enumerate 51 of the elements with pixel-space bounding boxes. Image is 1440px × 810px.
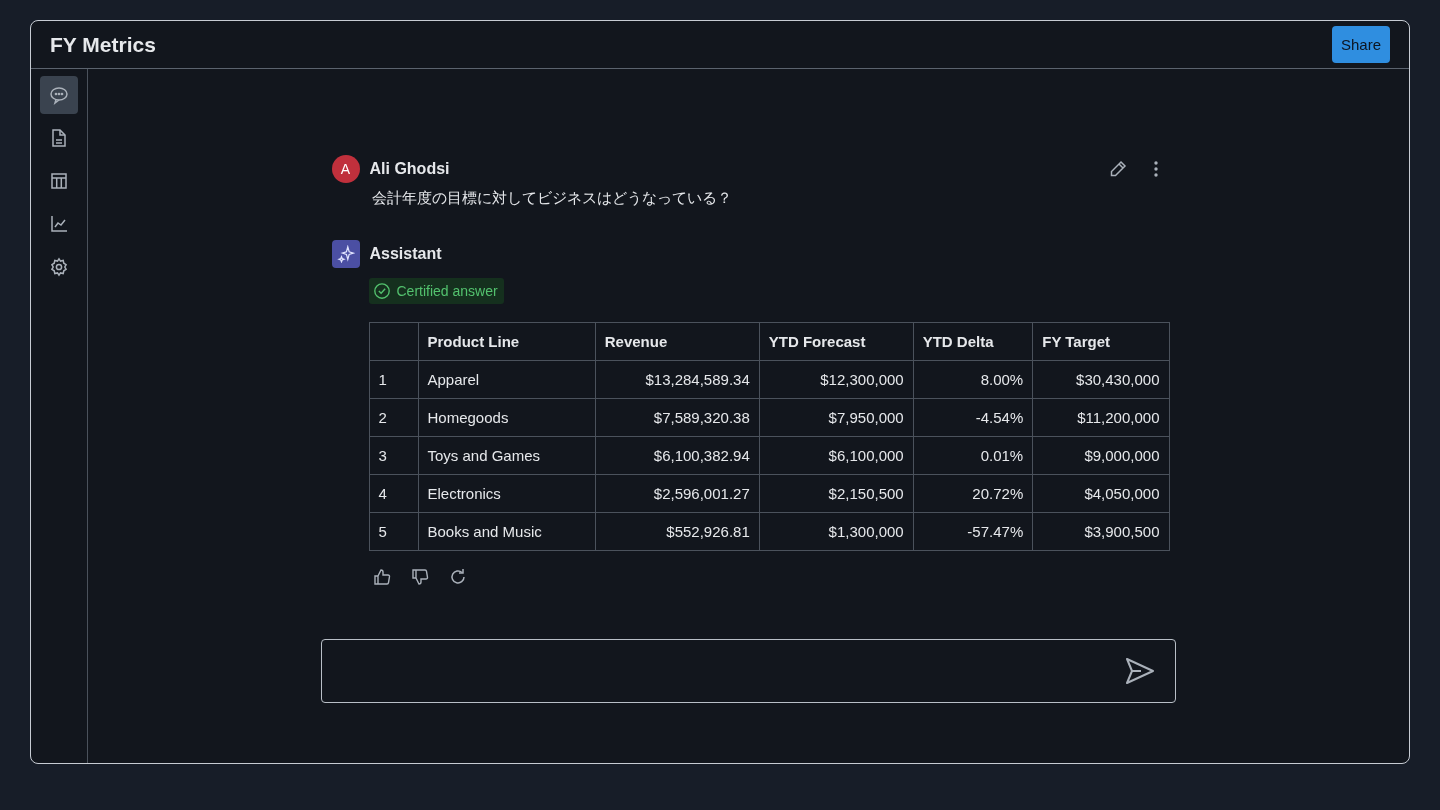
table-cell: 20.72%	[972, 485, 1024, 502]
table-cell: $6,100,000	[828, 447, 904, 464]
author-name: Ali Ghodsi	[369, 160, 450, 178]
table-cell: $552,926.81	[666, 523, 750, 540]
table-cell: 4	[378, 485, 387, 502]
message-input[interactable]	[321, 639, 1176, 703]
certified-badge: Certified answer	[368, 278, 504, 304]
column-header: YTD Forecast	[768, 333, 866, 350]
user-message: 会計年度の目標に対してビジネスはどうなっている？	[371, 189, 733, 208]
table-cell: $12,300,000	[820, 371, 904, 388]
avatar: A	[331, 155, 360, 183]
send-icon[interactable]	[1125, 657, 1155, 685]
table-cell: $1,300,000	[828, 523, 904, 540]
table-cell: 2	[378, 409, 387, 426]
chat-bubble-icon	[49, 85, 69, 105]
table-cell: $11,200,000	[1077, 409, 1160, 426]
table-cell: $7,950,000	[828, 409, 904, 426]
table-cell: 5	[378, 523, 387, 540]
table-cell: Electronics	[427, 485, 501, 502]
table-cell: -57.47%	[967, 523, 1024, 540]
table-cell: $4,050,000	[1084, 485, 1160, 502]
table-cell: $13,284,589.34	[645, 371, 750, 388]
settings-icon	[49, 257, 69, 277]
column-header: Revenue	[604, 333, 668, 350]
table-cell: Toys and Games	[427, 447, 541, 464]
table-cell: $9,000,000	[1084, 447, 1160, 464]
sparkle-avatar-icon	[331, 240, 360, 268]
table-cell: 3	[378, 447, 387, 464]
table-cell: Books and Music	[427, 523, 542, 540]
table-cell: 0.01%	[980, 447, 1024, 464]
table-cell: $6,100,382.94	[653, 447, 750, 464]
table-cell: $3,900,500	[1084, 523, 1160, 540]
table-icon	[49, 171, 69, 191]
table-cell: Homegoods	[427, 409, 509, 426]
column-header: Product Line	[427, 333, 520, 350]
column-header: FY Target	[1042, 333, 1110, 350]
chat-nav-button[interactable]	[40, 76, 78, 114]
table-cell: $2,150,500	[828, 485, 904, 502]
share-button[interactable]: Share	[1331, 26, 1390, 63]
table-cell: $2,596,001.27	[653, 485, 750, 502]
table-cell: $30,430,000	[1076, 371, 1160, 388]
table-cell: 1	[378, 371, 387, 388]
table-cell: -4.54%	[975, 409, 1024, 426]
author-name: Assistant	[369, 245, 442, 263]
table-cell: Apparel	[427, 371, 480, 388]
window-title: FY Metrics	[50, 32, 156, 57]
line-chart-icon	[49, 214, 69, 234]
document-icon	[49, 128, 69, 148]
table-cell: $7,589,320.38	[653, 409, 750, 426]
column-header: YTD Delta	[922, 333, 994, 350]
table-cell: 8.00%	[980, 371, 1024, 388]
